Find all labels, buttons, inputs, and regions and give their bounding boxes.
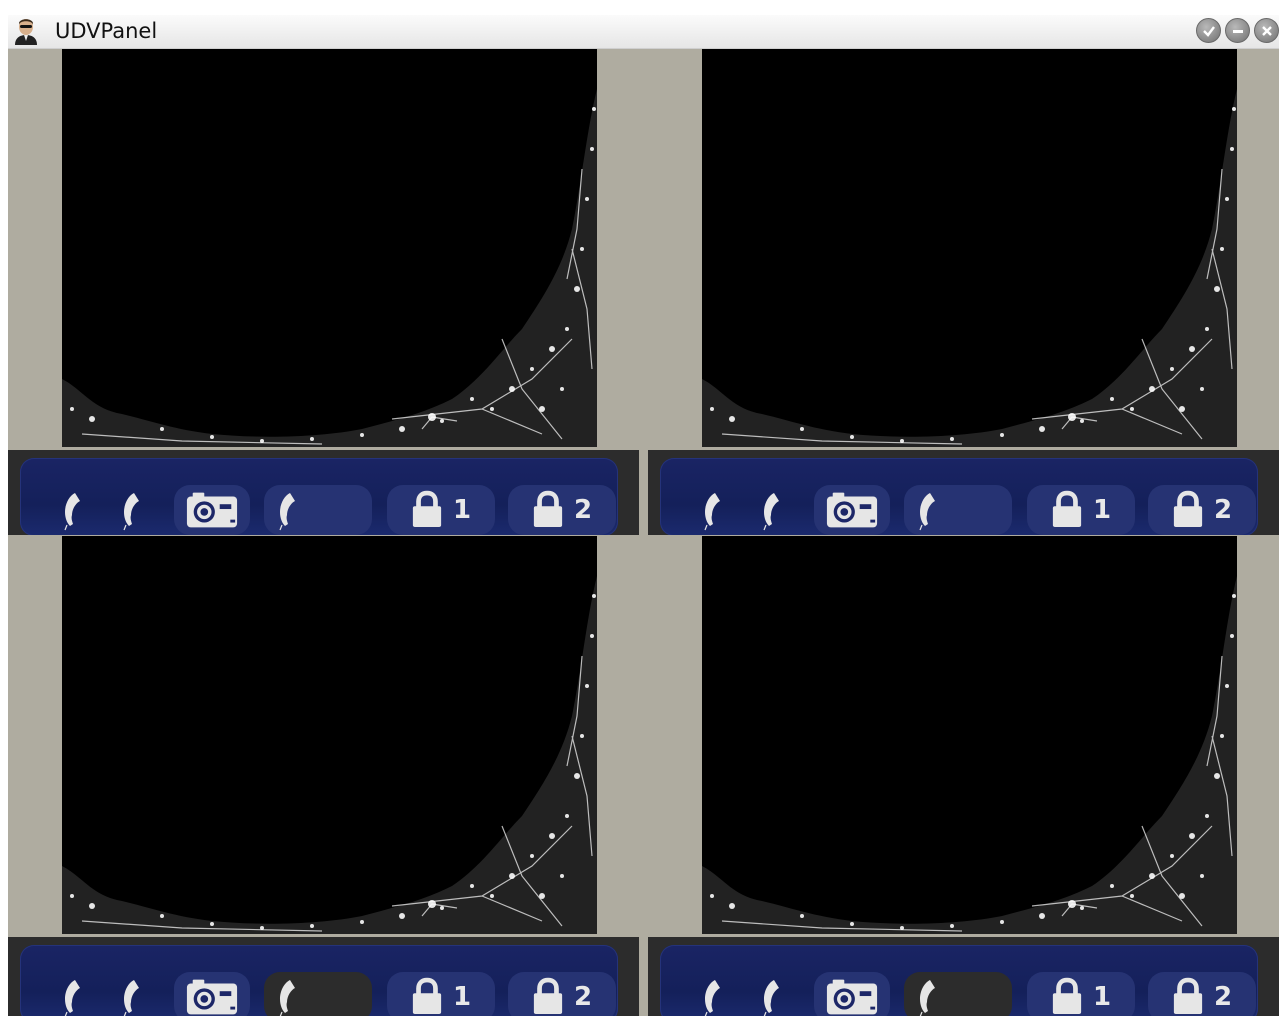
answer-button[interactable] bbox=[53, 972, 93, 1016]
hangup-button[interactable] bbox=[752, 485, 792, 535]
door-number-label: 2 bbox=[573, 495, 593, 525]
hangup-button[interactable] bbox=[112, 972, 152, 1016]
door-number-label: 1 bbox=[452, 982, 472, 1012]
call-button[interactable] bbox=[904, 972, 1012, 1016]
padlock-icon bbox=[1051, 490, 1083, 530]
intercom-panel-4: 1 2 bbox=[648, 536, 1279, 1016]
open-door-1-button[interactable]: 1 bbox=[1027, 972, 1135, 1016]
minimize-window-button[interactable] bbox=[1225, 18, 1250, 43]
title-bar[interactable]: UDVPanel bbox=[8, 15, 1279, 49]
control-bar: 1 2 bbox=[8, 450, 639, 535]
phone-handset-icon bbox=[61, 976, 85, 1016]
camera-icon bbox=[185, 977, 239, 1016]
video-feed[interactable] bbox=[62, 536, 597, 934]
phone-handset-icon bbox=[276, 976, 300, 1016]
intercom-panel-2: 1 2 bbox=[648, 49, 1279, 535]
control-panel: 1 2 bbox=[660, 945, 1258, 1016]
snapshot-button[interactable] bbox=[814, 972, 890, 1016]
open-door-2-button[interactable]: 2 bbox=[1148, 972, 1256, 1016]
door-number-label: 1 bbox=[1092, 982, 1112, 1012]
control-bar: 1 2 bbox=[648, 937, 1279, 1016]
call-button[interactable] bbox=[904, 485, 1012, 535]
phone-handset-icon bbox=[61, 489, 85, 531]
open-door-1-button[interactable]: 1 bbox=[387, 972, 495, 1016]
phone-handset-icon bbox=[701, 976, 725, 1016]
door-number-label: 1 bbox=[452, 495, 472, 525]
open-door-2-button[interactable]: 2 bbox=[508, 972, 616, 1016]
phone-handset-icon bbox=[760, 976, 784, 1016]
phone-handset-icon bbox=[760, 489, 784, 531]
control-panel: 1 2 bbox=[660, 458, 1258, 535]
door-number-label: 2 bbox=[1213, 495, 1233, 525]
phone-handset-icon bbox=[120, 976, 144, 1016]
hangup-button[interactable] bbox=[112, 485, 152, 535]
camera-icon bbox=[825, 490, 879, 530]
answer-button[interactable] bbox=[693, 485, 733, 535]
video-noise bbox=[62, 536, 597, 934]
intercom-panel-3: 1 2 bbox=[8, 536, 639, 1016]
video-noise bbox=[62, 49, 597, 447]
padlock-icon bbox=[1172, 977, 1204, 1016]
video-noise bbox=[702, 536, 1237, 934]
call-button[interactable] bbox=[264, 972, 372, 1016]
camera-icon bbox=[185, 490, 239, 530]
snapshot-button[interactable] bbox=[174, 972, 250, 1016]
padlock-icon bbox=[1051, 977, 1083, 1016]
call-button[interactable] bbox=[264, 485, 372, 535]
control-panel: 1 2 bbox=[20, 458, 618, 535]
udvpanel-window: UDVPanel 1 2 1 2 1 2 1 2 bbox=[8, 15, 1279, 1016]
check-icon bbox=[1202, 25, 1215, 37]
phone-handset-icon bbox=[120, 489, 144, 531]
phone-handset-icon bbox=[916, 489, 940, 531]
video-feed[interactable] bbox=[62, 49, 597, 447]
close-window-button[interactable] bbox=[1254, 18, 1279, 43]
snapshot-button[interactable] bbox=[174, 485, 250, 535]
padlock-icon bbox=[411, 977, 443, 1016]
phone-handset-icon bbox=[276, 489, 300, 531]
padlock-icon bbox=[532, 977, 564, 1016]
open-door-1-button[interactable]: 1 bbox=[387, 485, 495, 535]
video-noise bbox=[702, 49, 1237, 447]
confirm-window-button[interactable] bbox=[1196, 18, 1221, 43]
camera-icon bbox=[825, 977, 879, 1016]
answer-button[interactable] bbox=[693, 972, 733, 1016]
snapshot-button[interactable] bbox=[814, 485, 890, 535]
padlock-icon bbox=[532, 490, 564, 530]
phone-handset-icon bbox=[701, 489, 725, 531]
agent-avatar-icon bbox=[15, 19, 37, 45]
door-number-label: 2 bbox=[1213, 982, 1233, 1012]
answer-button[interactable] bbox=[53, 485, 93, 535]
open-door-2-button[interactable]: 2 bbox=[1148, 485, 1256, 535]
window-title: UDVPanel bbox=[55, 19, 158, 43]
intercom-panel-1: 1 2 bbox=[8, 49, 639, 535]
minus-icon bbox=[1232, 29, 1243, 33]
phone-handset-icon bbox=[916, 976, 940, 1016]
panel-grid: 1 2 1 2 1 2 1 2 bbox=[8, 49, 1279, 1016]
video-feed[interactable] bbox=[702, 49, 1237, 447]
padlock-icon bbox=[1172, 490, 1204, 530]
close-icon bbox=[1261, 25, 1272, 36]
hangup-button[interactable] bbox=[752, 972, 792, 1016]
door-number-label: 1 bbox=[1092, 495, 1112, 525]
open-door-2-button[interactable]: 2 bbox=[508, 485, 616, 535]
door-number-label: 2 bbox=[573, 982, 593, 1012]
open-door-1-button[interactable]: 1 bbox=[1027, 485, 1135, 535]
control-bar: 1 2 bbox=[648, 450, 1279, 535]
control-panel: 1 2 bbox=[20, 945, 618, 1016]
padlock-icon bbox=[411, 490, 443, 530]
control-bar: 1 2 bbox=[8, 937, 639, 1016]
video-feed[interactable] bbox=[702, 536, 1237, 934]
